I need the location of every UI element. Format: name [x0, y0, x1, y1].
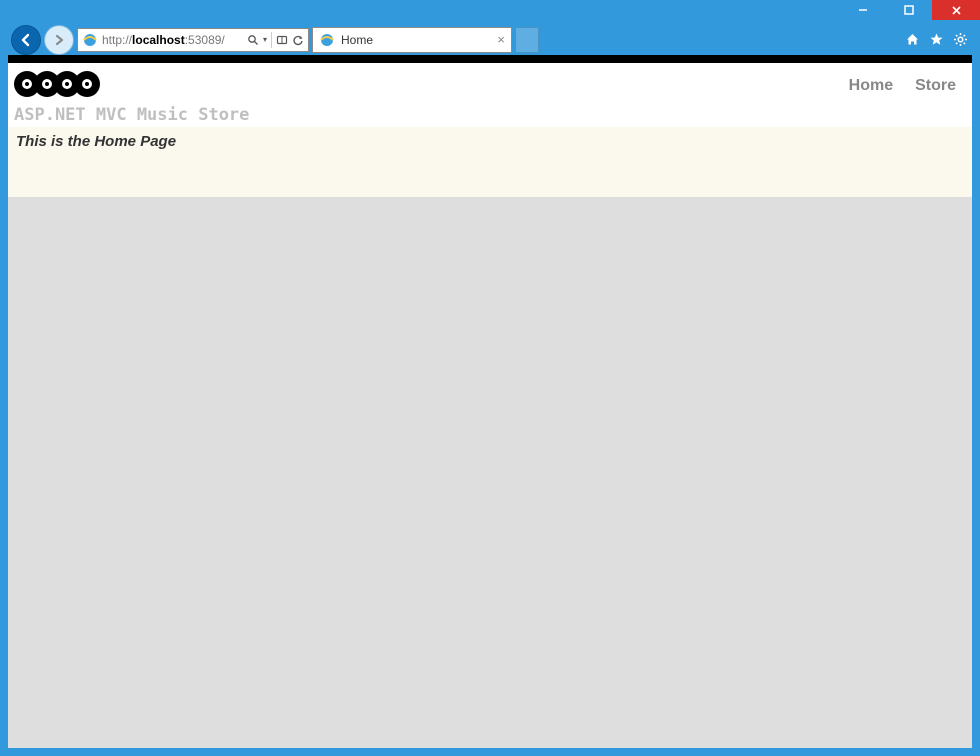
url-text: http://localhost:53089/	[102, 33, 243, 47]
address-bar-controls: ▾	[243, 32, 308, 48]
window-titlebar	[0, 0, 980, 24]
close-tab-button[interactable]: ×	[497, 32, 505, 47]
search-icon[interactable]	[247, 34, 259, 46]
site-logo[interactable]	[14, 71, 849, 97]
home-icon[interactable]	[904, 32, 920, 48]
tab-title: Home	[339, 33, 497, 47]
address-bar[interactable]: http://localhost:53089/ ▾	[77, 28, 309, 52]
site-header: ASP.NET MVC Music Store Home Store	[8, 63, 972, 127]
refresh-icon[interactable]	[292, 34, 304, 46]
minimize-button[interactable]	[840, 0, 886, 20]
top-stripe	[8, 55, 972, 63]
compat-view-icon[interactable]	[276, 34, 288, 46]
page-viewport: ASP.NET MVC Music Store Home Store This …	[8, 55, 972, 748]
page-heading: This is the Home Page	[16, 133, 964, 150]
nav-link-store[interactable]: Store	[915, 77, 956, 95]
settings-icon[interactable]	[952, 32, 968, 48]
ie-icon	[80, 30, 100, 50]
forward-button[interactable]	[44, 25, 74, 55]
browser-toolbar: http://localhost:53089/ ▾ Home ×	[2, 24, 978, 55]
disc-icon	[74, 71, 100, 97]
nav-links: Home Store	[849, 71, 962, 95]
back-button[interactable]	[11, 25, 41, 55]
favorites-icon[interactable]	[928, 32, 944, 48]
page-body: This is the Home Page	[8, 127, 972, 197]
dropdown-icon[interactable]: ▾	[263, 35, 267, 44]
nav-link-home[interactable]: Home	[849, 77, 893, 95]
browser-tab[interactable]: Home ×	[312, 27, 512, 53]
close-window-button[interactable]	[932, 0, 980, 20]
browser-menu-icons	[904, 32, 978, 48]
site-title: ASP.NET MVC Music Store	[14, 105, 849, 125]
maximize-button[interactable]	[886, 0, 932, 20]
new-tab-button[interactable]	[515, 27, 539, 53]
ie-icon	[317, 30, 337, 50]
